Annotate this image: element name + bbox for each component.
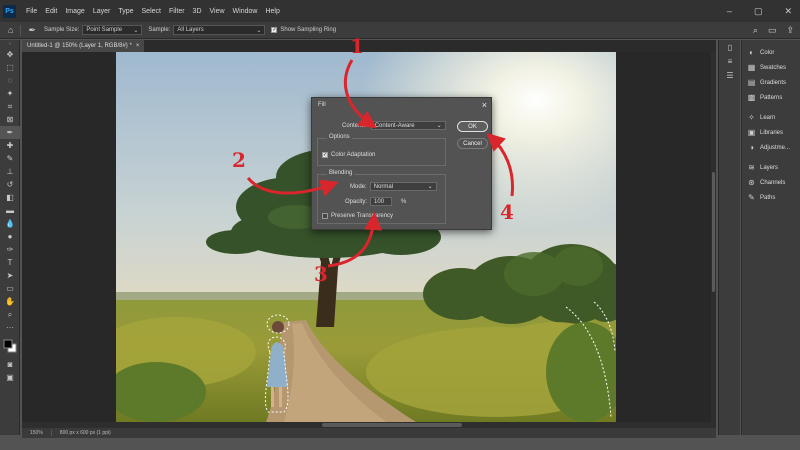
annotation-number-2: 2 xyxy=(232,148,246,172)
annotation-number-4: 4 xyxy=(500,200,514,224)
annotation-number-3: 3 xyxy=(314,262,328,286)
annotation-arrow-3 xyxy=(327,212,383,268)
annotation-arrow-1 xyxy=(344,59,377,129)
annotation-arrow-4 xyxy=(486,132,515,197)
annotation-arrow-2 xyxy=(246,176,339,197)
annotation-number-1: 1 xyxy=(350,34,364,58)
annotation-overlay xyxy=(246,59,515,268)
